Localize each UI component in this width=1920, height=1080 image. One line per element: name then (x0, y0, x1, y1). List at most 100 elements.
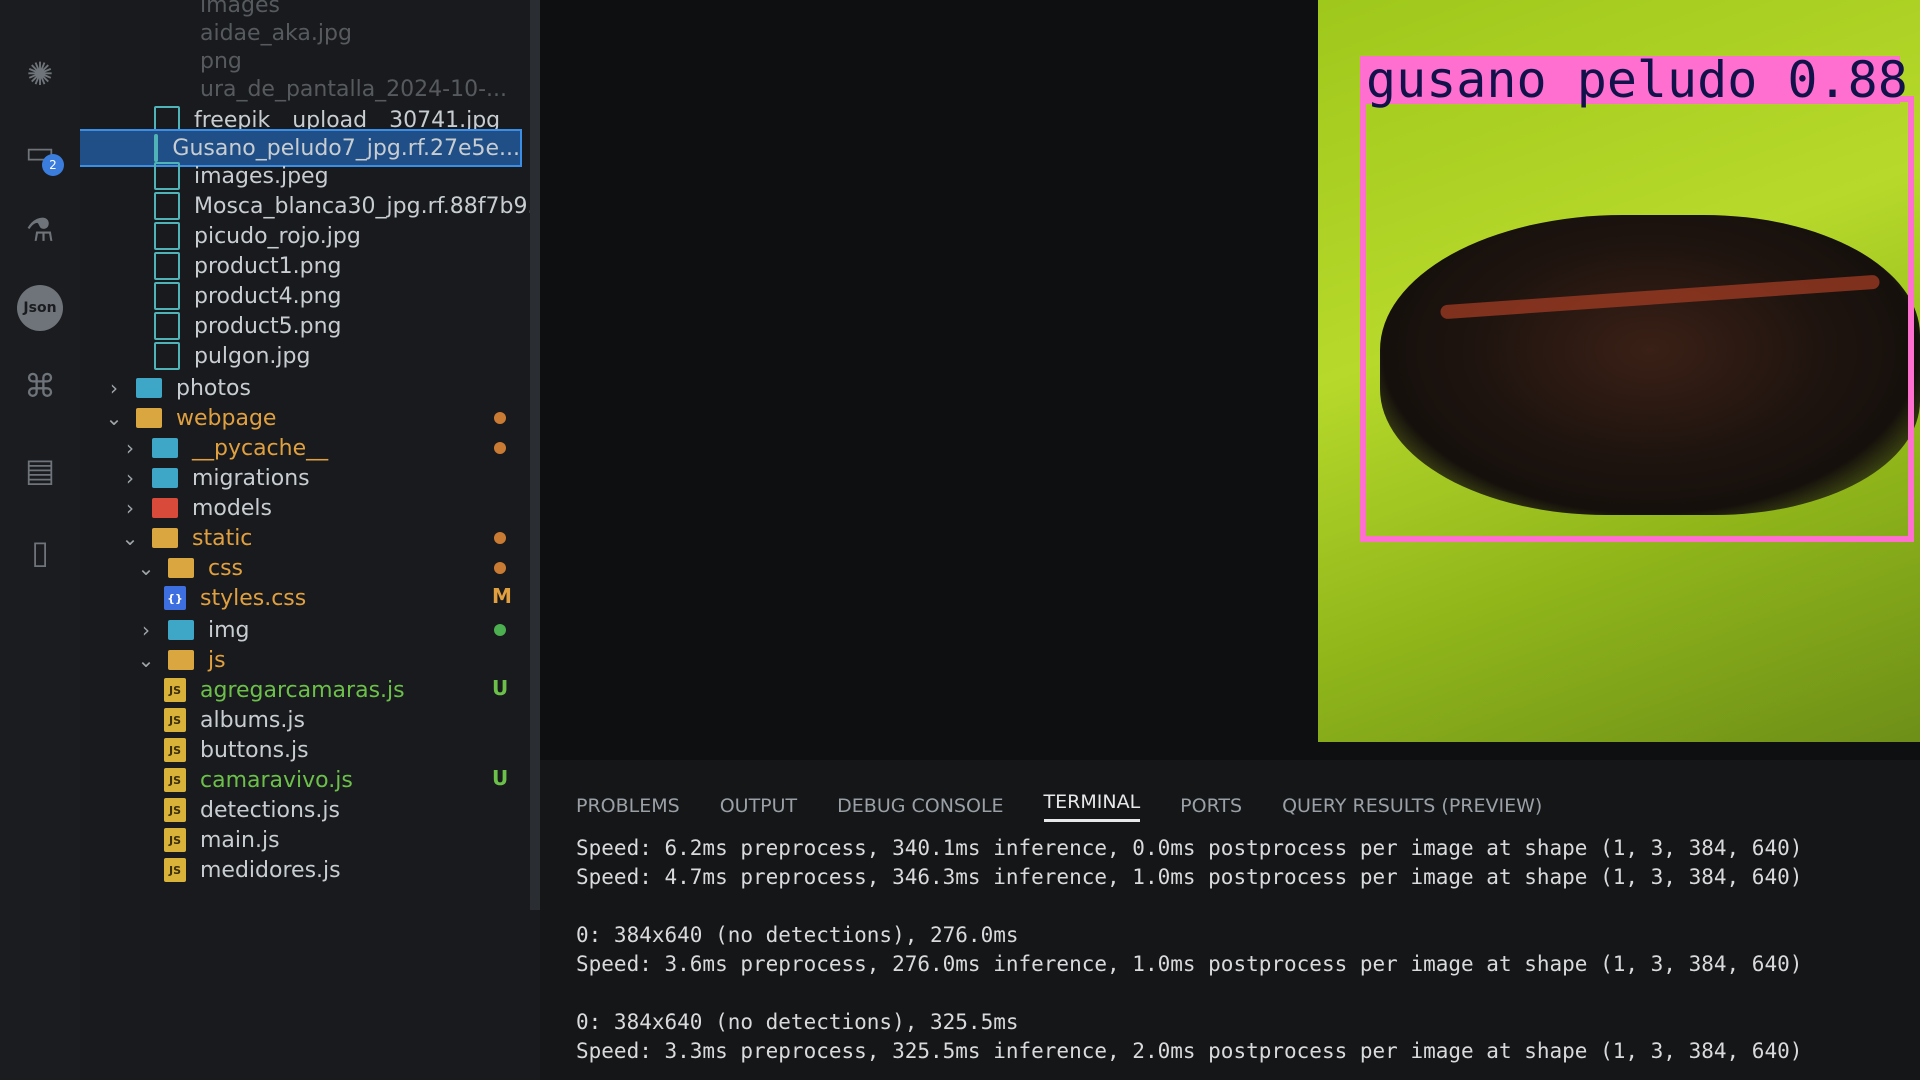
tree-item-label: images.jpeg (194, 163, 329, 189)
tree-item-label: Gusano_peludo7_jpg.rf.27e5e... (172, 135, 520, 161)
file-item[interactable]: picudo_rojo.jpg (154, 219, 361, 253)
terminal-line: Speed: 4.7ms preprocess, 346.3ms inferen… (576, 865, 1803, 889)
chevron-right-icon[interactable]: › (104, 376, 124, 400)
panel-tab-output[interactable]: OUTPUT (720, 795, 797, 817)
chevron-right-icon[interactable]: › (120, 436, 140, 460)
run-debug-icon[interactable]: ✺ (14, 48, 66, 100)
remote-explorer-icon[interactable]: ▭ 2 (14, 126, 66, 178)
js-file-icon: JS (164, 738, 186, 762)
chevron-down-icon[interactable]: ⌄ (136, 556, 156, 580)
tree-item-label: product5.png (194, 313, 342, 339)
tree-item-label: main.js (200, 827, 280, 853)
file-item[interactable]: JS agregarcamaras.js (164, 673, 405, 707)
tree-item-label: photos (176, 375, 251, 401)
image-file-icon (154, 162, 180, 190)
chevron-down-icon[interactable]: ⌄ (120, 526, 140, 550)
tree-item-label: product1.png (194, 253, 342, 279)
tree-item-label: webpage (176, 405, 277, 431)
image-file-icon (154, 134, 159, 162)
file-item[interactable]: JS albums.js (164, 703, 305, 737)
tree-item-label: detections.js (200, 797, 340, 823)
js-file-icon: JS (164, 768, 186, 792)
tree-item-label: medidores.js (200, 857, 341, 883)
panel-tabs: PROBLEMS OUTPUT DEBUG CONSOLE TERMINAL PORTS… (576, 786, 1582, 826)
json-icon-text: Json (17, 285, 63, 331)
chevron-down-icon[interactable]: ⌄ (136, 648, 156, 672)
folder-icon (152, 528, 178, 548)
git-status-dot (494, 562, 506, 574)
file-item[interactable]: JS main.js (164, 823, 280, 857)
git-status-dot (494, 624, 506, 636)
git-status-dot (494, 532, 506, 544)
js-file-icon: JS (164, 678, 186, 702)
file-item[interactable]: JS buttons.js (164, 733, 309, 767)
chevron-down-icon[interactable]: ⌄ (104, 406, 124, 430)
folder-item[interactable]: ⌄ js (136, 643, 226, 677)
panel-tab-terminal[interactable]: TERMINAL (1043, 791, 1141, 822)
file-item[interactable]: Mosca_blanca30_jpg.rf.88f7b9... (154, 189, 540, 223)
tree-item-label: picudo_rojo.jpg (194, 223, 361, 249)
activity-bar: ✺ ▭ 2 ⚗ Json ⌘ ▤ ▯ (0, 0, 80, 1080)
image-file-icon (154, 282, 180, 310)
folder-icon (152, 468, 178, 488)
file-item[interactable]: pulgon.jpg (154, 339, 310, 373)
folder-item[interactable]: › migrations (120, 461, 310, 495)
folder-item[interactable]: › models (120, 491, 272, 525)
detection-box (1360, 96, 1914, 542)
tree-item-label: buttons.js (200, 737, 309, 763)
folder-icon (152, 498, 178, 518)
js-file-icon: JS (164, 858, 186, 882)
file-item[interactable]: {} styles.css (164, 581, 306, 615)
remote-badge: 2 (42, 154, 64, 176)
folder-item[interactable]: › photos (104, 371, 251, 405)
folder-item[interactable]: › __pycache__ (120, 431, 328, 465)
image-file-icon (154, 342, 180, 370)
terminal-line: Speed: 3.3ms preprocess, 325.5ms inferen… (576, 1039, 1803, 1063)
folder-item[interactable]: › img (136, 613, 250, 647)
terminal-line: Speed: 3.6ms preprocess, 276.0ms inferen… (576, 952, 1803, 976)
terminal-line: Speed: 6.2ms preprocess, 340.1ms inferen… (576, 836, 1803, 860)
folder-item[interactable]: ⌄ css (136, 551, 243, 585)
terminal-output[interactable]: Speed: 6.2ms preprocess, 340.1ms inferen… (576, 834, 1916, 1066)
git-status-letter: M (492, 584, 512, 608)
folder-item[interactable]: ⌄ webpage (104, 401, 277, 435)
file-item[interactable]: product4.png (154, 279, 341, 313)
tree-item-label: agregarcamaras.js (200, 677, 405, 703)
git-status-letter: U (492, 766, 509, 790)
folder-icon (136, 408, 162, 428)
tree-item-label: static (192, 525, 253, 551)
panel-tab-ports[interactable]: PORTS (1180, 795, 1242, 817)
tree-item-label: img (208, 617, 250, 643)
tree-item-label: albums.js (200, 707, 305, 733)
tree-item-label: models (192, 495, 272, 521)
panel-tab-debug-console[interactable]: DEBUG CONSOLE (837, 795, 1003, 817)
tree-item-label: camaravivo.js (200, 767, 353, 793)
file-item[interactable]: JS camaravivo.js (164, 763, 353, 797)
tree-item-label: __pycache__ (192, 435, 329, 461)
python-icon[interactable]: ⌘ (14, 360, 66, 412)
folder-icon (168, 558, 194, 578)
file-item[interactable]: product1.png (154, 249, 341, 283)
tree-item-label: migrations (192, 465, 310, 491)
file-explorer: images aidae_aka.jpg png ura_de_pantalla_20… (80, 0, 540, 1080)
database-icon[interactable]: ▤ (14, 444, 66, 496)
file-item[interactable]: JS detections.js (164, 793, 340, 827)
testing-icon[interactable]: ⚗ (14, 204, 66, 256)
image-file-icon (154, 252, 180, 280)
file-item[interactable]: product5.png (154, 309, 341, 343)
notebook-icon[interactable]: ▯ (14, 526, 66, 578)
folder-item[interactable]: ⌄ static (120, 521, 253, 555)
json-icon[interactable]: Json (14, 282, 66, 334)
file-item[interactable]: JS medidores.js (164, 853, 341, 887)
chevron-right-icon[interactable]: › (120, 466, 140, 490)
js-file-icon: JS (164, 708, 186, 732)
panel-tab-problems[interactable]: PROBLEMS (576, 795, 680, 817)
file-item-faded[interactable]: ura_de_pantalla_2024-10-... (200, 72, 507, 106)
js-file-icon: JS (164, 798, 186, 822)
chevron-right-icon[interactable]: › (136, 618, 156, 642)
chevron-right-icon[interactable]: › (120, 496, 140, 520)
file-item[interactable]: images.jpeg (154, 159, 329, 193)
panel-tab-query-results-preview[interactable]: QUERY RESULTS (PREVIEW) (1282, 795, 1542, 817)
